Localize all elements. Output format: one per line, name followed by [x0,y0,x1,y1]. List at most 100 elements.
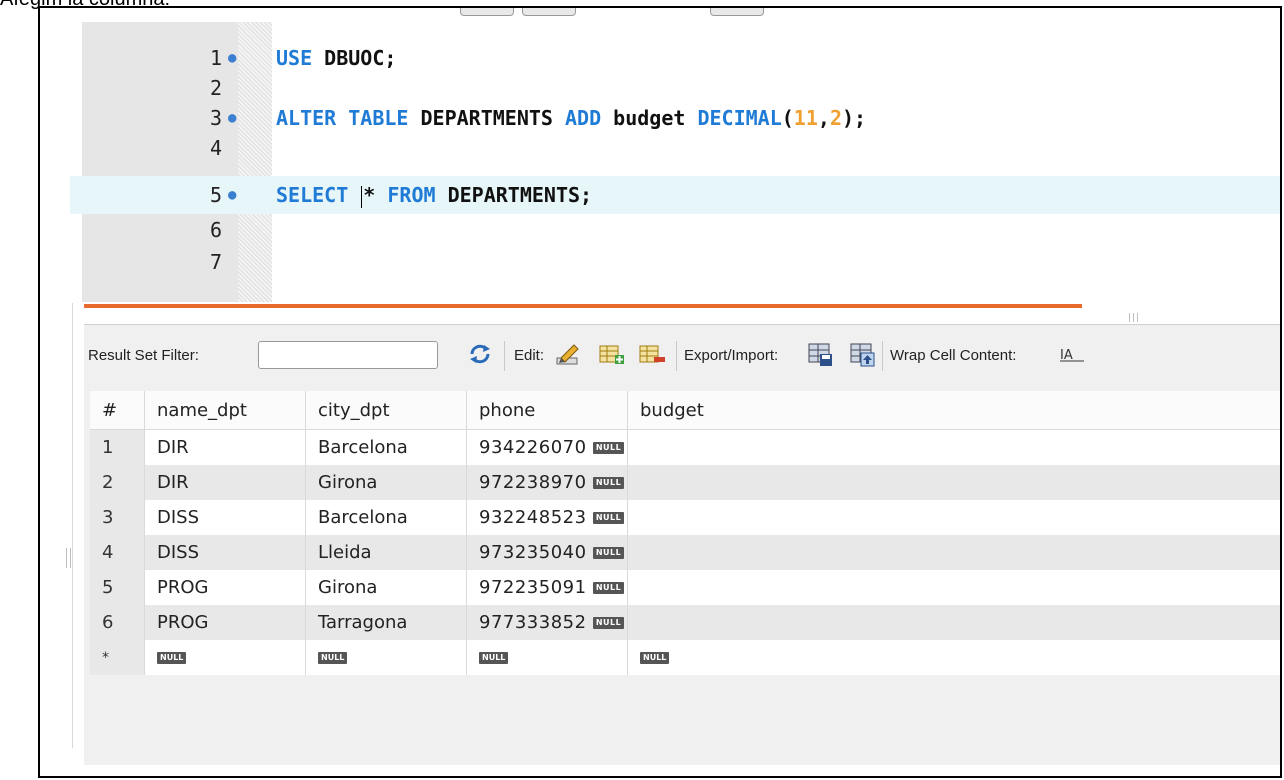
table-row[interactable]: 3 DISS Barcelona 932248523 NULL [90,500,1280,535]
statement-marker-icon: ● [228,110,237,126]
cell-city-dpt[interactable]: Barcelona [305,500,467,535]
column-header-budget[interactable]: budget [627,391,1280,430]
row-number[interactable]: 1 [90,429,145,465]
add-row-icon[interactable] [598,340,626,368]
column-header-rownum[interactable]: # [90,391,145,430]
code-line-3[interactable]: 3 ● ALTER TABLE DEPARTMENTS ADD budget D… [70,106,1280,131]
export-icon[interactable] [806,340,834,368]
cell-phone[interactable]: 932248523 NULL [466,500,628,535]
sql-text: ); [841,106,867,130]
phone-value: 973235040 [479,542,587,563]
editor-tab-knob[interactable] [460,8,514,16]
null-badge: NULL [592,547,625,559]
sql-keyword: DECIMAL [697,106,782,130]
cell-phone[interactable]: NULL [466,640,628,675]
cell-city-dpt[interactable]: Girona [305,465,467,500]
null-badge: NULL [640,652,670,664]
workbench-window: 1 ● USE DBUOC; 2 3 ● ALTER TABLE DEPARTM… [38,6,1282,778]
phone-value: 972238970 [479,472,587,493]
cell-budget[interactable] [627,605,1280,640]
phone-value: 972235091 [479,577,587,598]
code-line-7[interactable]: 7 [70,250,1280,275]
splitter-grip-icon[interactable]: ||| [1128,313,1140,323]
row-number[interactable]: 5 [90,570,145,605]
line-number: 6 [209,218,222,242]
table-row[interactable]: 4 DISS Lleida 973235040 NULL [90,535,1280,570]
cell-city-dpt[interactable]: Tarragona [305,605,467,640]
null-badge: NULL [318,652,348,664]
code-line-2[interactable]: 2 [70,76,1280,101]
editor-tab-knob[interactable] [522,8,576,16]
cell-phone[interactable]: 977333852 NULL [466,605,628,640]
null-badge: NULL [592,477,625,489]
sql-text: , [817,106,830,130]
cell-budget[interactable] [627,500,1280,535]
row-number[interactable]: 4 [90,535,145,570]
cell-phone[interactable]: 972238970 NULL [466,465,628,500]
cell-budget[interactable] [627,535,1280,570]
sql-keyword: ALTER TABLE [276,106,409,130]
toolbar-separator [676,341,677,371]
line-number: 1 [209,46,222,70]
sql-editor[interactable]: 1 ● USE DBUOC; 2 3 ● ALTER TABLE DEPARTM… [70,8,1280,303]
row-number[interactable]: 6 [90,605,145,640]
cell-phone[interactable]: 972235091 NULL [466,570,628,605]
cell-name-dpt[interactable]: DIR [144,429,306,465]
editor-result-splitter[interactable] [84,304,1082,308]
sidebar-splitter-handle[interactable] [66,548,71,568]
cell-name-dpt[interactable]: DISS [144,500,306,535]
code-line-5-current[interactable]: 5 ● SELECT * FROM DEPARTMENTS; [70,176,1280,214]
column-header-city-dpt[interactable]: city_dpt [305,391,467,430]
delete-row-icon[interactable] [638,340,666,368]
new-row-marker[interactable]: * [90,640,145,675]
null-badge: NULL [592,582,625,594]
cell-name-dpt[interactable]: PROG [144,570,306,605]
import-icon[interactable] [848,340,876,368]
cell-city-dpt[interactable]: Barcelona [305,429,467,465]
cell-city-dpt[interactable]: Girona [305,570,467,605]
cell-budget[interactable] [627,465,1280,500]
cell-phone[interactable]: 934226070 NULL [466,429,628,465]
table-row[interactable]: 1 DIR Barcelona 934226070 NULL [90,429,1280,465]
sql-text: * [363,183,388,207]
line-number: 2 [209,76,222,100]
result-filter-input[interactable] [258,341,438,369]
result-panel: Result Set Filter: Edit: Export/Import: [84,324,1280,765]
table-row[interactable]: 6 PROG Tarragona 977333852 NULL [90,605,1280,640]
row-number[interactable]: 2 [90,465,145,500]
cell-name-dpt[interactable]: PROG [144,605,306,640]
cell-city-dpt[interactable]: NULL [305,640,467,675]
grid-header-row: # name_dpt city_dpt phone budget [90,391,1280,430]
statement-marker-icon: ● [228,50,237,66]
edit-row-icon[interactable] [554,340,582,368]
wrap-cell-content-label: Wrap Cell Content: [890,347,1017,364]
sql-keyword: FROM [387,183,436,207]
column-header-phone[interactable]: phone [466,391,628,430]
table-row[interactable]: 2 DIR Girona 972238970 NULL [90,465,1280,500]
result-grid[interactable]: # name_dpt city_dpt phone budget 1 DIR B… [90,391,1280,675]
code-line-6[interactable]: 6 [70,218,1280,243]
cell-budget[interactable] [627,429,1280,465]
refresh-icon[interactable] [466,340,494,368]
code-line-4[interactable]: 4 [70,136,1280,161]
cell-name-dpt[interactable]: DIR [144,465,306,500]
code-text[interactable]: ALTER TABLE DEPARTMENTS ADD budget DECIM… [276,106,866,131]
sql-number: 11 [793,106,818,130]
cell-city-dpt[interactable]: Lleida [305,535,467,570]
cell-phone[interactable]: 973235040 NULL [466,535,628,570]
code-line-1[interactable]: 1 ● USE DBUOC; [70,46,1280,71]
code-text[interactable]: SELECT * FROM DEPARTMENTS; [276,176,592,214]
new-row-placeholder[interactable]: * NULL NULL NULL NULL [90,640,1280,675]
wrap-text-icon[interactable]: IA [1058,340,1086,368]
code-text[interactable]: USE DBUOC; [276,46,396,71]
cell-budget[interactable] [627,570,1280,605]
row-number[interactable]: 3 [90,500,145,535]
null-badge: NULL [479,652,509,664]
editor-tab-knob[interactable] [710,8,764,16]
column-header-name-dpt[interactable]: name_dpt [144,391,306,430]
cell-budget[interactable]: NULL [627,640,1280,675]
table-row[interactable]: 5 PROG Girona 972235091 NULL [90,570,1280,605]
line-number: 7 [209,250,222,274]
cell-name-dpt[interactable]: DISS [144,535,306,570]
cell-name-dpt[interactable]: NULL [144,640,306,675]
